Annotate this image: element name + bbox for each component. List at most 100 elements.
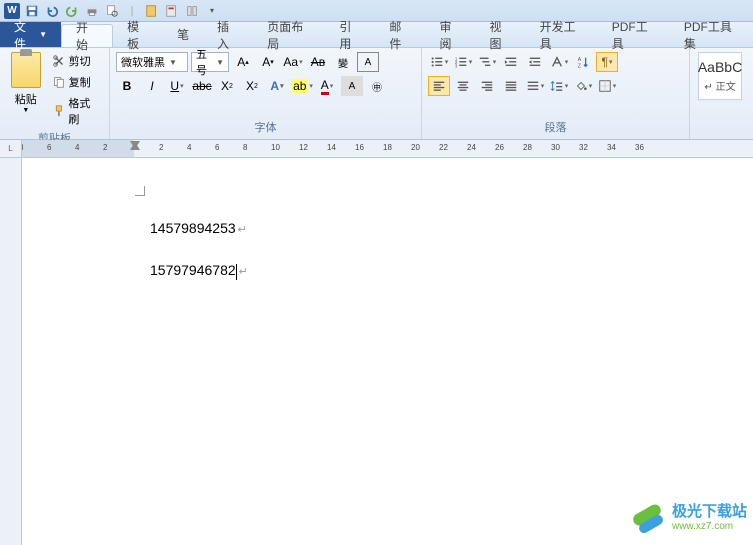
char-shading-button[interactable]: A (341, 76, 363, 96)
print-preview-icon[interactable] (104, 3, 120, 19)
tab-dev-tools[interactable]: 开发工具 (526, 22, 598, 47)
file-tab[interactable]: 文件▼ (0, 22, 61, 47)
svg-text:Z: Z (578, 63, 582, 69)
increase-indent-button[interactable] (524, 52, 546, 72)
print-icon[interactable] (84, 3, 100, 19)
style-normal-preview[interactable]: AaBbC ↵ 正文 (698, 52, 742, 100)
align-distribute-button[interactable]: ▾ (524, 76, 546, 96)
asian-layout-button[interactable]: ▾ (548, 52, 570, 72)
decrease-indent-button[interactable] (500, 52, 522, 72)
change-case-button[interactable]: Aa▾ (282, 52, 304, 72)
ruler-number: 32 (579, 143, 588, 152)
work-area: 14579894253↵ 15797946782↵ (0, 158, 753, 545)
font-group: 微软雅黑▼ 五号▼ A▴ A▾ Aa▾ Aʙ 變 A B I U▾ abc X2… (110, 48, 422, 139)
watermark-logo-icon (632, 499, 666, 533)
qat-separator: | (124, 3, 140, 19)
enclose-char-button[interactable]: ㊥ (366, 76, 388, 96)
italic-button[interactable]: I (141, 76, 163, 96)
undo-icon[interactable] (44, 3, 60, 19)
borders-button[interactable]: ▾ (596, 76, 618, 96)
font-name-value: 微软雅黑 (121, 54, 165, 70)
font-color-button[interactable]: A▾ (316, 76, 338, 96)
margin-corner-mark (135, 186, 145, 196)
bullets-button[interactable]: ▾ (428, 52, 450, 72)
watermark-url: www.xz7.com (672, 521, 733, 532)
bold-button[interactable]: B (116, 76, 138, 96)
shrink-font-button[interactable]: A▾ (257, 52, 279, 72)
scissors-icon (52, 54, 66, 68)
tab-pdf-tools[interactable]: PDF工具 (598, 22, 670, 47)
strikethrough-button[interactable]: abc (191, 76, 213, 96)
align-left-button[interactable] (428, 76, 450, 96)
cut-button[interactable]: 剪切 (50, 52, 103, 70)
text-effects-button[interactable]: A▾ (266, 76, 288, 96)
subscript-button[interactable]: X2 (216, 76, 238, 96)
extra-tool-icon-2[interactable] (164, 3, 180, 19)
ruler-number: 18 (383, 143, 392, 152)
shading-button[interactable]: ▾ (572, 76, 594, 96)
ruler-number: 36 (635, 143, 644, 152)
copy-button[interactable]: 复制 (50, 73, 103, 91)
sort-button[interactable]: AZ (572, 52, 594, 72)
ruler-number: 34 (607, 143, 616, 152)
extra-tool-icon-3[interactable] (184, 3, 200, 19)
qat-more-icon[interactable]: ▾ (204, 3, 220, 19)
line-spacing-button[interactable]: ▾ (548, 76, 570, 96)
ruler-number: 24 (467, 143, 476, 152)
document-line-1[interactable]: 14579894253↵ (150, 220, 247, 238)
vertical-ruler[interactable] (0, 158, 22, 545)
font-size-combo[interactable]: 五号▼ (191, 52, 229, 72)
extra-tool-icon-1[interactable] (144, 3, 160, 19)
document-area[interactable]: 14579894253↵ 15797946782↵ (22, 158, 753, 545)
paste-button[interactable]: 粘贴 ▼ (6, 52, 46, 114)
tab-template[interactable]: 模板 (113, 22, 163, 47)
multilevel-list-button[interactable]: ▾ (476, 52, 498, 72)
tab-home[interactable]: 开始 (61, 24, 113, 47)
superscript-button[interactable]: X2 (241, 76, 263, 96)
ribbon: 粘贴 ▼ 剪切 复制 格式刷 剪贴板 微软雅黑▼ 五号▼ A▴ A▾ Aa▾ A… (0, 48, 753, 140)
tab-references[interactable]: 引用 (325, 22, 375, 47)
clear-format-button[interactable]: Aʙ (307, 52, 329, 72)
horizontal-ruler[interactable]: 864224681012141618202224262830323436 (22, 140, 753, 157)
tab-pdf-toolset[interactable]: PDF工具集 (670, 22, 753, 47)
font-group-label: 字体 (116, 117, 415, 135)
show-marks-button[interactable]: ¶▾ (596, 52, 618, 72)
text-cursor (236, 264, 237, 280)
hanging-indent-marker[interactable] (130, 140, 140, 150)
tab-mail[interactable]: 邮件 (375, 22, 425, 47)
tab-page-layout[interactable]: 页面布局 (253, 22, 325, 47)
format-painter-button[interactable]: 格式刷 (50, 94, 103, 128)
asian-layout-icon (550, 55, 564, 69)
ruler-number: 2 (159, 143, 163, 152)
underline-button[interactable]: U▾ (166, 76, 188, 96)
phonetic-guide-button[interactable]: 變 (332, 52, 354, 72)
align-center-icon (456, 79, 470, 93)
highlight-button[interactable]: ab▾ (291, 76, 313, 96)
tab-view[interactable]: 视图 (476, 22, 526, 47)
document-line-2[interactable]: 15797946782↵ (150, 262, 248, 280)
tab-insert[interactable]: 插入 (203, 22, 253, 47)
align-center-button[interactable] (452, 76, 474, 96)
redo-icon[interactable] (64, 3, 80, 19)
ruler-number: 4 (187, 143, 191, 152)
tab-pen[interactable]: 笔 (163, 22, 203, 47)
grow-font-button[interactable]: A▴ (232, 52, 254, 72)
sort-icon: AZ (576, 55, 590, 69)
char-border-button[interactable]: A (357, 52, 379, 72)
tab-review[interactable]: 审阅 (425, 22, 475, 47)
line1-text: 14579894253 (150, 220, 236, 236)
bucket-icon (574, 79, 588, 93)
ruler-number: 8 (22, 143, 23, 152)
align-justify-button[interactable] (500, 76, 522, 96)
tab-selector[interactable]: L (0, 140, 22, 157)
numbering-icon: 123 (454, 55, 468, 69)
save-icon[interactable] (24, 3, 40, 19)
styles-group: AaBbC ↵ 正文 (690, 48, 750, 139)
file-tab-label: 文件 (14, 18, 35, 52)
style-preview-text: AaBbC (698, 59, 742, 75)
align-right-button[interactable] (476, 76, 498, 96)
numbering-button[interactable]: 123▾ (452, 52, 474, 72)
pilcrow-icon: ¶ (602, 55, 608, 69)
font-name-combo[interactable]: 微软雅黑▼ (116, 52, 188, 72)
ruler-number: 28 (523, 143, 532, 152)
